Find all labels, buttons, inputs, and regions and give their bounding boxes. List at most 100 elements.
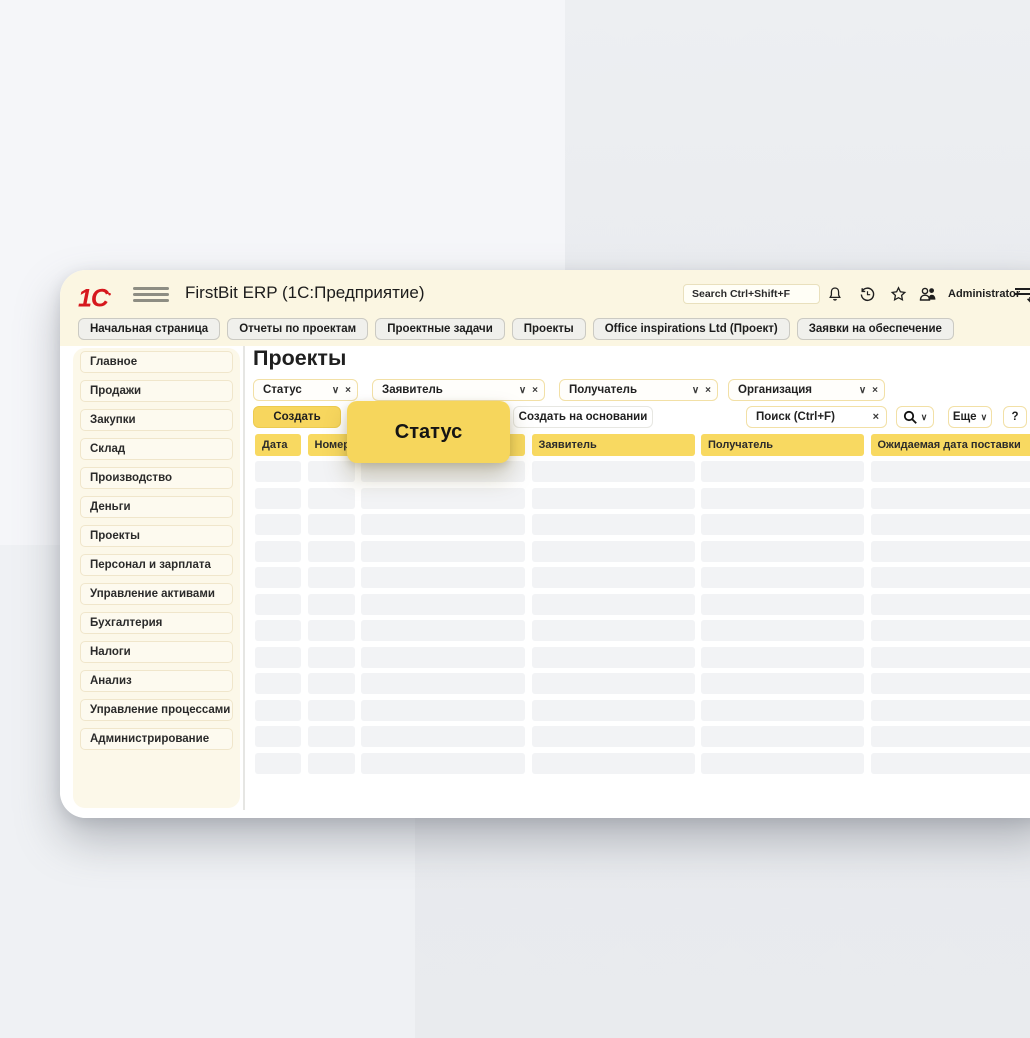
chevron-down-icon[interactable]: ∨ bbox=[519, 385, 526, 396]
create-based-on-button[interactable]: Создать на основании bbox=[513, 406, 653, 428]
table-cell bbox=[308, 594, 355, 615]
sidebar-item[interactable]: Управление процессами bbox=[80, 699, 233, 721]
table-cell bbox=[361, 726, 525, 747]
table-cell bbox=[871, 514, 1030, 535]
search-button[interactable]: ∨ bbox=[896, 406, 934, 428]
table-cell bbox=[532, 673, 695, 694]
table-cell bbox=[255, 673, 301, 694]
table-cell bbox=[308, 673, 355, 694]
sidebar-item[interactable]: Персонал и зарплата bbox=[80, 554, 233, 576]
table-cell bbox=[255, 726, 301, 747]
table-cell bbox=[308, 488, 355, 509]
table-cell bbox=[361, 700, 525, 721]
sidebar-item[interactable]: Деньги bbox=[80, 496, 233, 518]
column-header[interactable]: Заявитель bbox=[532, 434, 695, 456]
table-row[interactable] bbox=[244, 514, 1030, 535]
filter-applicant[interactable]: Заявитель ∨ × bbox=[372, 379, 545, 401]
table-cell bbox=[308, 567, 355, 588]
table-row[interactable] bbox=[244, 647, 1030, 668]
page-title: Проекты bbox=[253, 346, 346, 371]
table-cell bbox=[361, 647, 525, 668]
chevron-down-icon[interactable]: ∨ bbox=[859, 385, 866, 396]
filter-recipient[interactable]: Получатель ∨ × bbox=[559, 379, 718, 401]
table-cell bbox=[308, 514, 355, 535]
sidebar-item[interactable]: Производство bbox=[80, 467, 233, 489]
global-search-input[interactable] bbox=[683, 284, 820, 304]
table-row[interactable] bbox=[244, 567, 1030, 588]
table-cell bbox=[532, 726, 695, 747]
tab[interactable]: Office inspirations Ltd (Проект) bbox=[593, 318, 790, 340]
help-button[interactable]: ? bbox=[1003, 406, 1027, 428]
tab[interactable]: Заявки на обеспечение bbox=[797, 318, 954, 340]
table-cell bbox=[255, 753, 301, 774]
clear-search-icon[interactable]: × bbox=[873, 407, 879, 427]
table-cell bbox=[701, 594, 864, 615]
column-header[interactable]: Получатель bbox=[701, 434, 864, 456]
table-cell bbox=[255, 461, 301, 482]
column-header[interactable]: Ожидаемая дата поставки bbox=[871, 434, 1030, 456]
user-label[interactable]: Administrator bbox=[948, 288, 1020, 300]
bell-icon[interactable] bbox=[824, 283, 846, 305]
create-button[interactable]: Создать bbox=[253, 406, 341, 428]
app-window: 1С• FirstBit ERP (1С:Предприятие) bbox=[60, 270, 1030, 818]
chevron-down-icon[interactable]: ∨ bbox=[692, 385, 699, 396]
column-header[interactable]: Дата bbox=[255, 434, 301, 456]
clear-filter-icon[interactable]: × bbox=[345, 385, 351, 396]
sidebar-item[interactable]: Продажи bbox=[80, 380, 233, 402]
table-cell bbox=[701, 700, 864, 721]
filter-organization[interactable]: Организация ∨ × bbox=[728, 379, 885, 401]
history-icon[interactable] bbox=[856, 283, 878, 305]
tab[interactable]: Проекты bbox=[512, 318, 586, 340]
tab[interactable]: Отчеты по проектам bbox=[227, 318, 368, 340]
table-cell bbox=[255, 620, 301, 641]
table-cell bbox=[361, 620, 525, 641]
sidebar-item[interactable]: Проекты bbox=[80, 525, 233, 547]
table-cell bbox=[308, 700, 355, 721]
star-icon[interactable] bbox=[887, 283, 909, 305]
table-cell bbox=[532, 647, 695, 668]
tab[interactable]: Проектные задачи bbox=[375, 318, 505, 340]
more-button[interactable]: Еще ∨ bbox=[948, 406, 992, 428]
clear-filter-icon[interactable]: × bbox=[705, 385, 711, 396]
table-row[interactable] bbox=[244, 461, 1030, 482]
sidebar-item[interactable]: Главное bbox=[80, 351, 233, 373]
table-row[interactable] bbox=[244, 753, 1030, 774]
sidebar-item[interactable]: Администрирование bbox=[80, 728, 233, 750]
hamburger-menu-icon[interactable] bbox=[133, 287, 169, 302]
app-title: FirstBit ERP (1С:Предприятие) bbox=[185, 283, 425, 303]
table-row[interactable] bbox=[244, 541, 1030, 562]
table-cell bbox=[701, 620, 864, 641]
table-cell bbox=[361, 461, 525, 482]
table-cell bbox=[308, 726, 355, 747]
sidebar-item[interactable]: Анализ bbox=[80, 670, 233, 692]
table-cell bbox=[532, 620, 695, 641]
chevron-down-icon[interactable]: ∨ bbox=[332, 385, 339, 396]
sidebar-item[interactable]: Бухгалтерия bbox=[80, 612, 233, 634]
users-icon[interactable] bbox=[917, 283, 939, 305]
table-cell bbox=[361, 594, 525, 615]
table-cell bbox=[532, 700, 695, 721]
table-cell bbox=[701, 488, 864, 509]
clear-filter-icon[interactable]: × bbox=[872, 385, 878, 396]
table-row[interactable] bbox=[244, 488, 1030, 509]
tab[interactable]: Начальная страница bbox=[78, 318, 220, 340]
sidebar-item[interactable]: Налоги bbox=[80, 641, 233, 663]
collapse-panels-icon[interactable] bbox=[1014, 283, 1030, 305]
table-cell bbox=[308, 753, 355, 774]
sidebar-item[interactable]: Склад bbox=[80, 438, 233, 460]
filter-status[interactable]: Статус ∨ × bbox=[253, 379, 358, 401]
table-row[interactable] bbox=[244, 620, 1030, 641]
table-search-input[interactable]: Поиск (Ctrl+F) × bbox=[746, 406, 887, 428]
table-cell bbox=[532, 753, 695, 774]
table-cell bbox=[532, 541, 695, 562]
table-cell bbox=[255, 700, 301, 721]
main-panel: Проекты Статус ∨ × Заявитель ∨ × Получат… bbox=[244, 346, 1030, 818]
clear-filter-icon[interactable]: × bbox=[532, 385, 538, 396]
table-row[interactable] bbox=[244, 594, 1030, 615]
sidebar-item[interactable]: Закупки bbox=[80, 409, 233, 431]
sidebar-item[interactable]: Управление активами bbox=[80, 583, 233, 605]
table-row[interactable] bbox=[244, 673, 1030, 694]
table-row[interactable] bbox=[244, 726, 1030, 747]
table-row[interactable] bbox=[244, 700, 1030, 721]
tab-bar: Начальная страница Отчеты по проектам Прое… bbox=[60, 318, 1030, 346]
